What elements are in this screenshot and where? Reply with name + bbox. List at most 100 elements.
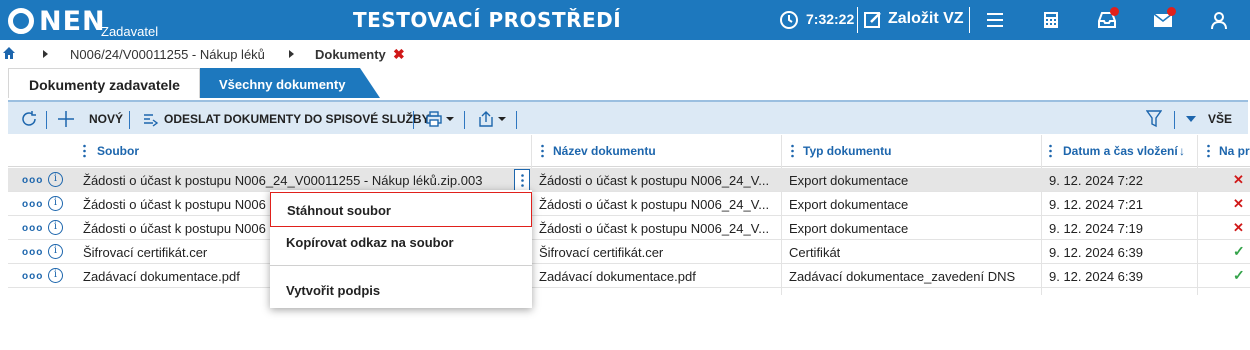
column-header-na[interactable]: Na pr [1219, 144, 1250, 158]
row-actions-icon[interactable]: ooo [22, 175, 43, 186]
logo-text: NEN [39, 6, 106, 37]
row-actions-icon[interactable]: ooo [22, 271, 43, 282]
cell-nazev: Šifrovací certifikát.cer [539, 245, 664, 260]
divider [857, 7, 858, 33]
breadcrumb-item-documents: Dokumenty [315, 47, 386, 62]
table-header: Soubor Název dokumentu Typ dokumentu Dat… [8, 135, 1250, 167]
user-icon[interactable] [1209, 10, 1229, 30]
row-actions-icon[interactable]: ooo [22, 199, 43, 210]
divider [1174, 111, 1175, 129]
menu-item-download[interactable]: Stáhnout soubor [270, 192, 532, 227]
row-actions-icon[interactable]: ooo [22, 247, 43, 258]
status-yes-icon: ✓ [1233, 243, 1245, 259]
nen-logo[interactable]: NEN Zadavatel [8, 4, 168, 39]
info-icon[interactable]: i [48, 244, 63, 259]
environment-title: TESTOVACÍ PROSTŘEDÍ [353, 8, 622, 32]
column-menu-icon[interactable] [83, 144, 86, 158]
edit-icon[interactable] [864, 11, 882, 29]
divider [46, 111, 47, 129]
breadcrumb: N006/24/V00011255 - Nákup léků Dokumenty… [0, 40, 1250, 67]
chevron-down-icon[interactable] [1186, 116, 1196, 122]
cell-datum: 9. 12. 2024 7:22 [1049, 173, 1143, 188]
column-header-nazev[interactable]: Název dokumentu [553, 144, 656, 158]
column-menu-icon[interactable] [791, 144, 794, 158]
cell-typ: Export dokumentace [789, 197, 909, 212]
table-row[interactable]: ooo i Zadávací dokumentace.pdf Zadávací … [8, 264, 1250, 288]
refresh-icon[interactable] [20, 110, 38, 128]
cell-typ: Export dokumentace [789, 221, 909, 236]
cell-soubor[interactable]: Žádosti o účast k postupu N006_24_V00011… [83, 173, 508, 188]
notification-dot [1110, 7, 1119, 16]
cell-datum: 9. 12. 2024 6:39 [1049, 269, 1143, 284]
kebab-menu-button[interactable] [514, 169, 530, 191]
session-time: 7:32:22 [806, 11, 855, 27]
column-menu-icon[interactable] [1049, 144, 1052, 158]
divider [413, 111, 414, 129]
chevron-right-icon [289, 50, 294, 58]
table-row[interactable]: ooo i Žádosti o účast k postupu N006 Žád… [8, 192, 1250, 216]
column-menu-icon[interactable] [541, 144, 544, 158]
cell-typ: Zadávací dokumentace_zavedení DNS [789, 269, 1016, 284]
info-icon[interactable]: i [48, 220, 63, 235]
divider [969, 7, 970, 33]
divider [464, 111, 465, 129]
new-vz-button[interactable]: Založit VZ [888, 10, 964, 28]
tab-label: Dokumenty zadavatele [29, 77, 180, 93]
column-menu-icon[interactable] [1207, 144, 1210, 158]
home-icon[interactable] [3, 47, 15, 59]
toolbar: NOVÝ ODESLAT DOKUMENTY DO SPISOVÉ SLUŽBY… [8, 100, 1248, 134]
top-bar: NEN Zadavatel TESTOVACÍ PROSTŘEDÍ 7:32:2… [0, 0, 1250, 40]
clock-icon [780, 11, 798, 29]
notification-dot [1167, 7, 1176, 16]
table-row[interactable]: ooo i Žádosti o účast k postupu N006 Žád… [8, 216, 1250, 240]
column-header-typ[interactable]: Typ dokumentu [803, 144, 891, 158]
column-header-datum[interactable]: Datum a čas vložení [1063, 144, 1178, 158]
tab-vsechny-dokumenty[interactable]: Všechny dokumenty [200, 68, 380, 98]
menu-item-copy-link[interactable]: Kopírovat odkaz na soubor [270, 227, 532, 257]
breadcrumb-item-vz[interactable]: N006/24/V00011255 - Nákup léků [70, 47, 265, 62]
info-icon[interactable]: i [48, 196, 63, 211]
table-row[interactable]: ooo i Žádosti o účast k postupu N006_24_… [8, 168, 1250, 192]
cell-soubor[interactable]: Žádosti o účast k postupu N006 [83, 197, 283, 212]
info-icon[interactable]: i [48, 172, 63, 187]
divider [516, 111, 517, 129]
cell-datum: 9. 12. 2024 6:39 [1049, 245, 1143, 260]
column-header-soubor[interactable]: Soubor [97, 144, 139, 158]
close-icon[interactable]: ✖ [393, 46, 405, 63]
kebab-icon [521, 174, 524, 187]
menu-item-sign[interactable]: Vytvořit podpis [270, 276, 532, 304]
print-icon[interactable] [426, 111, 456, 127]
cell-typ: Certifikát [789, 245, 841, 260]
cell-datum: 9. 12. 2024 7:21 [1049, 197, 1143, 212]
cell-soubor[interactable]: Žádosti o účast k postupu N006 [83, 221, 283, 236]
hamburger-icon[interactable] [985, 10, 1005, 30]
menu-divider [270, 265, 532, 266]
tab-bar: Dokumenty zadavatele Všechny dokumenty [8, 68, 1248, 98]
logo-ring-icon [8, 8, 34, 34]
cell-nazev: Zadávací dokumentace.pdf [539, 269, 696, 284]
cell-nazev: Žádosti o účast k postupu N006_24_V... [539, 173, 770, 188]
info-icon[interactable]: i [48, 268, 63, 283]
cell-datum: 9. 12. 2024 7:19 [1049, 221, 1143, 236]
divider [129, 111, 130, 129]
logo-subtitle: Zadavatel [101, 24, 159, 39]
tab-dokumenty-zadavatele[interactable]: Dokumenty zadavatele [8, 68, 200, 98]
chevron-right-icon [43, 50, 48, 58]
row-actions-icon[interactable]: ooo [22, 223, 43, 234]
filter-all-button[interactable]: VŠE [1208, 112, 1232, 126]
plus-icon[interactable] [58, 111, 74, 127]
cell-soubor[interactable]: Zadávací dokumentace.pdf [83, 269, 240, 284]
new-button[interactable]: NOVÝ [89, 112, 123, 126]
export-icon[interactable] [478, 111, 508, 127]
status-no-icon: ✕ [1233, 220, 1244, 235]
cell-soubor[interactable]: Šifrovací certifikát.cer [83, 245, 207, 260]
table-row[interactable]: ooo i Šifrovací certifikát.cer Šifrovací… [8, 240, 1250, 264]
cell-nazev: Žádosti o účast k postupu N006_24_V... [539, 221, 770, 236]
send-to-filing-button[interactable]: ODESLAT DOKUMENTY DO SPISOVÉ SLUŽBY [164, 112, 430, 126]
tab-label: Všechny dokumenty [219, 77, 346, 92]
status-no-icon: ✕ [1233, 196, 1244, 211]
filter-icon[interactable] [1146, 110, 1162, 128]
cell-nazev: Žádosti o účast k postupu N006_24_V... [539, 197, 770, 212]
sort-desc-icon[interactable]: ↓ [1179, 144, 1185, 158]
calculator-icon[interactable] [1041, 10, 1061, 30]
